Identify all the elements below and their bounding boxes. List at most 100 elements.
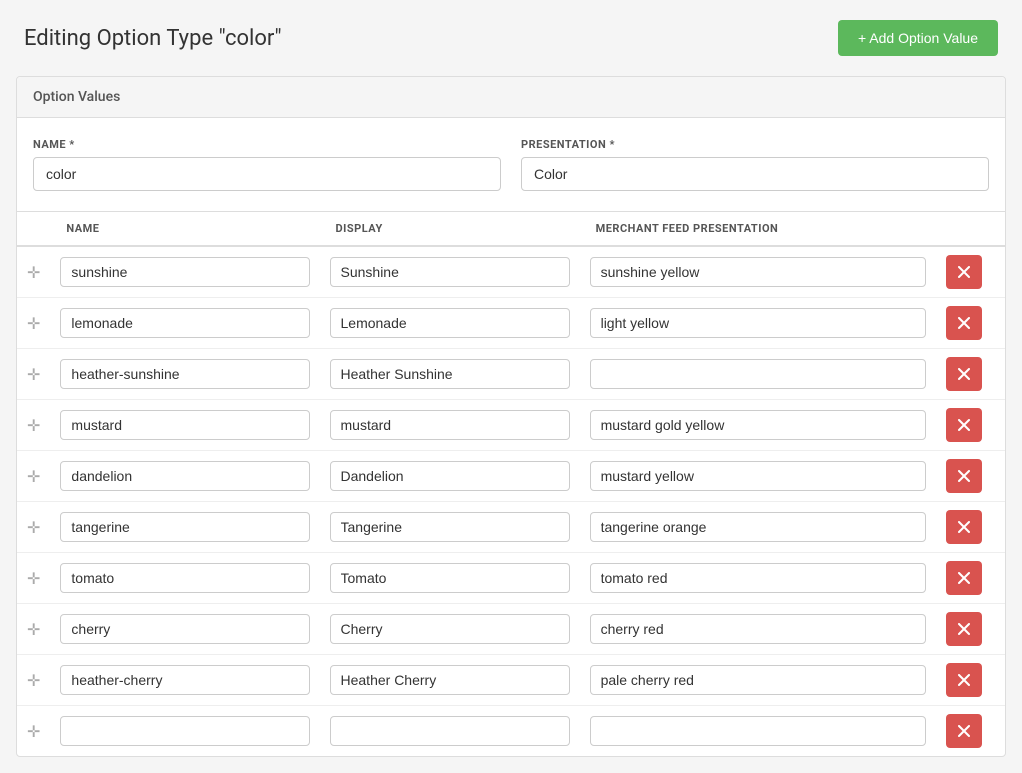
- merchant-cell: [580, 655, 937, 706]
- row-name-input[interactable]: [60, 665, 309, 695]
- form-section: NAME * PRESENTATION *: [17, 118, 1005, 211]
- name-input[interactable]: [33, 157, 501, 191]
- display-cell: [320, 246, 580, 298]
- row-merchant-input[interactable]: [590, 614, 927, 644]
- presentation-label: PRESENTATION *: [521, 138, 989, 151]
- drag-handle-cell: ✛: [17, 655, 50, 706]
- drag-handle-icon[interactable]: ✛: [27, 416, 40, 435]
- row-name-input[interactable]: [60, 308, 309, 338]
- row-merchant-input[interactable]: [590, 461, 927, 491]
- option-values-table: NAME DISPLAY MERCHANT FEED PRESENTATION …: [17, 212, 1005, 756]
- drag-handle-cell: ✛: [17, 400, 50, 451]
- table-row: ✛: [17, 349, 1005, 400]
- delete-cell: [936, 246, 1005, 298]
- delete-row-button[interactable]: [946, 663, 982, 697]
- row-merchant-input[interactable]: [590, 665, 927, 695]
- drag-handle-icon[interactable]: ✛: [27, 620, 40, 639]
- row-display-input[interactable]: [330, 410, 570, 440]
- row-name-input[interactable]: [60, 512, 309, 542]
- row-name-input[interactable]: [60, 461, 309, 491]
- row-display-input[interactable]: [330, 512, 570, 542]
- drag-handle-cell: ✛: [17, 604, 50, 655]
- presentation-input[interactable]: [521, 157, 989, 191]
- table-row: ✛: [17, 655, 1005, 706]
- drag-handle-cell: ✛: [17, 706, 50, 757]
- name-cell: [50, 655, 319, 706]
- delete-row-button[interactable]: [946, 357, 982, 391]
- row-name-input[interactable]: [60, 410, 309, 440]
- col-merchant: MERCHANT FEED PRESENTATION: [580, 212, 937, 246]
- col-name: NAME: [50, 212, 319, 246]
- delete-row-button[interactable]: [946, 408, 982, 442]
- delete-row-button[interactable]: [946, 561, 982, 595]
- row-merchant-input[interactable]: [590, 359, 927, 389]
- delete-cell: [936, 349, 1005, 400]
- name-cell: [50, 349, 319, 400]
- row-name-input[interactable]: [60, 563, 309, 593]
- merchant-cell: [580, 400, 937, 451]
- name-cell: [50, 502, 319, 553]
- drag-handle-icon[interactable]: ✛: [27, 467, 40, 486]
- row-name-input[interactable]: [60, 359, 309, 389]
- display-cell: [320, 451, 580, 502]
- row-display-input[interactable]: [330, 665, 570, 695]
- delete-cell: [936, 706, 1005, 757]
- row-display-input[interactable]: [330, 359, 570, 389]
- name-cell: [50, 246, 319, 298]
- row-merchant-input[interactable]: [590, 512, 927, 542]
- merchant-cell: [580, 451, 937, 502]
- name-cell: [50, 706, 319, 757]
- drag-handle-cell: ✛: [17, 349, 50, 400]
- delete-cell: [936, 604, 1005, 655]
- merchant-cell: [580, 553, 937, 604]
- row-display-input[interactable]: [330, 614, 570, 644]
- row-name-input[interactable]: [60, 257, 309, 287]
- delete-row-button[interactable]: [946, 510, 982, 544]
- display-cell: [320, 655, 580, 706]
- drag-handle-cell: ✛: [17, 246, 50, 298]
- delete-cell: [936, 502, 1005, 553]
- display-cell: [320, 706, 580, 757]
- row-display-input[interactable]: [330, 716, 570, 746]
- row-merchant-input[interactable]: [590, 308, 927, 338]
- row-name-input[interactable]: [60, 614, 309, 644]
- add-option-value-button[interactable]: + Add Option Value: [838, 20, 998, 56]
- table-header: NAME DISPLAY MERCHANT FEED PRESENTATION: [17, 212, 1005, 246]
- row-merchant-input[interactable]: [590, 410, 927, 440]
- delete-row-button[interactable]: [946, 612, 982, 646]
- drag-handle-icon[interactable]: ✛: [27, 569, 40, 588]
- row-display-input[interactable]: [330, 461, 570, 491]
- table-row: ✛: [17, 706, 1005, 757]
- merchant-cell: [580, 246, 937, 298]
- row-merchant-input[interactable]: [590, 563, 927, 593]
- col-drag: [17, 212, 50, 246]
- drag-handle-icon[interactable]: ✛: [27, 671, 40, 690]
- row-display-input[interactable]: [330, 257, 570, 287]
- delete-row-button[interactable]: [946, 306, 982, 340]
- card-header: Option Values: [17, 77, 1005, 118]
- delete-row-button[interactable]: [946, 255, 982, 289]
- table-wrapper: NAME DISPLAY MERCHANT FEED PRESENTATION …: [17, 211, 1005, 756]
- drag-handle-icon[interactable]: ✛: [27, 722, 40, 741]
- drag-handle-icon[interactable]: ✛: [27, 314, 40, 333]
- row-merchant-input[interactable]: [590, 716, 927, 746]
- row-name-input[interactable]: [60, 716, 309, 746]
- delete-cell: [936, 400, 1005, 451]
- delete-row-button[interactable]: [946, 714, 982, 748]
- name-cell: [50, 451, 319, 502]
- drag-handle-icon[interactable]: ✛: [27, 365, 40, 384]
- row-display-input[interactable]: [330, 563, 570, 593]
- page-header: Editing Option Type "color" + Add Option…: [0, 0, 1022, 76]
- drag-handle-icon[interactable]: ✛: [27, 263, 40, 282]
- col-display: DISPLAY: [320, 212, 580, 246]
- display-cell: [320, 553, 580, 604]
- merchant-cell: [580, 502, 937, 553]
- drag-handle-cell: ✛: [17, 502, 50, 553]
- drag-handle-icon[interactable]: ✛: [27, 518, 40, 537]
- table-body: ✛ ✛ ✛ ✛ ✛ ✛ ✛ ✛ ✛ ✛: [17, 246, 1005, 756]
- table-row: ✛: [17, 246, 1005, 298]
- row-merchant-input[interactable]: [590, 257, 927, 287]
- delete-row-button[interactable]: [946, 459, 982, 493]
- table-row: ✛: [17, 451, 1005, 502]
- row-display-input[interactable]: [330, 308, 570, 338]
